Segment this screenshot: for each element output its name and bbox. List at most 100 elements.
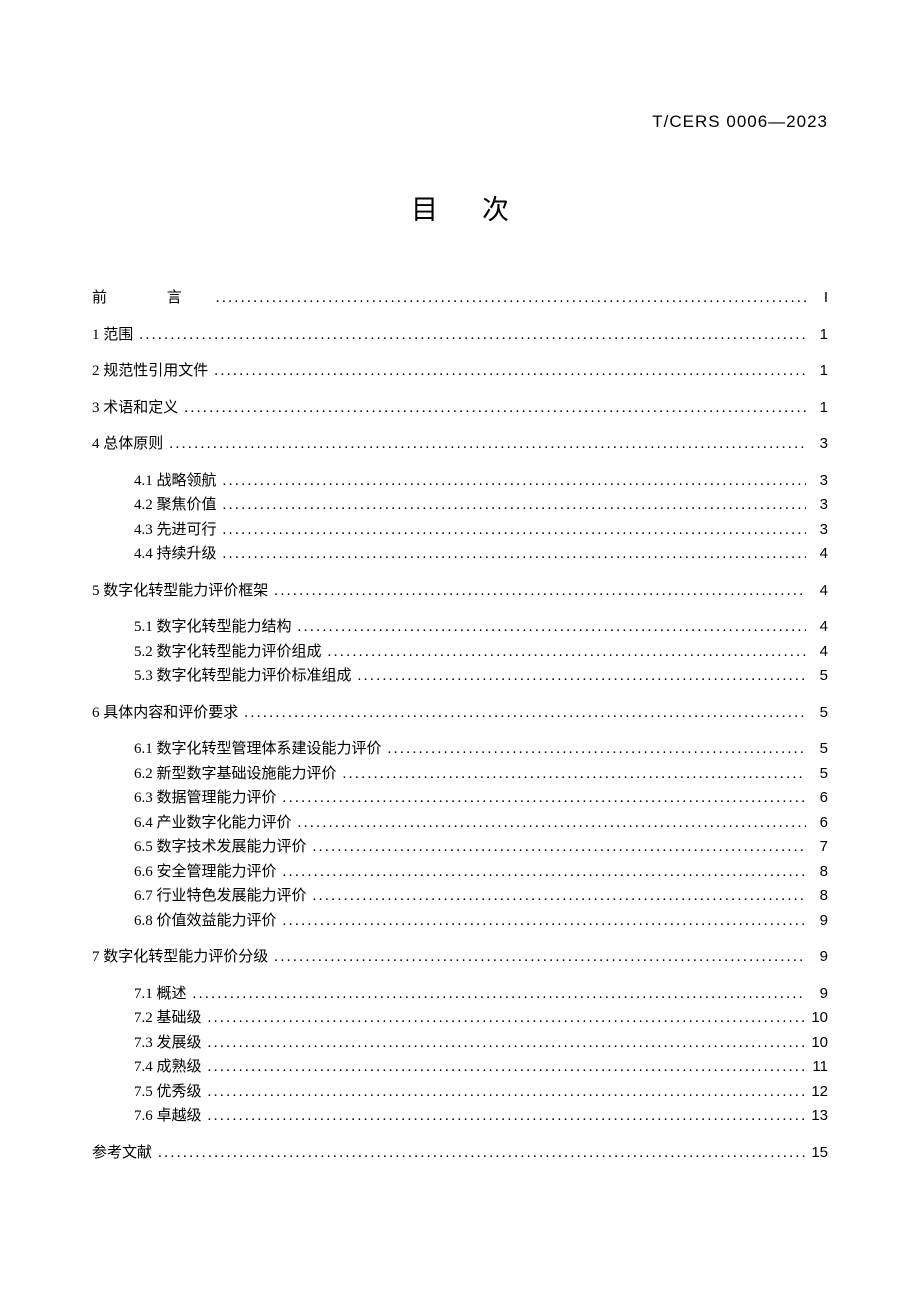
toc-entry-page: 8	[806, 885, 828, 908]
toc-entry-page: 5	[806, 763, 828, 786]
toc-entry-page: 4	[806, 543, 828, 566]
toc-leader-dots	[163, 433, 806, 456]
toc-entry-label: 1 范围	[92, 324, 133, 347]
toc-entry: 参考文献 15	[92, 1142, 828, 1165]
toc-entry-page: 7	[806, 836, 828, 859]
toc-entry-label: 6.5 数字技术发展能力评价	[134, 836, 307, 859]
document-page: T/CERS 0006—2023 目次 前 言I1 范围12 规范性引用文件13…	[0, 0, 920, 1164]
toc-leader-dots	[307, 885, 806, 908]
toc-entry: 7 数字化转型能力评价分级 9	[92, 946, 828, 969]
toc-entry: 7.5 优秀级12	[92, 1081, 828, 1104]
toc-leader-dots	[352, 665, 806, 688]
document-number: T/CERS 0006—2023	[92, 112, 828, 132]
toc-entry: 4.2 聚焦价值 3	[92, 494, 828, 517]
toc-entry-label: 7.1 概述	[134, 983, 187, 1006]
toc-entry-label: 4.3 先进可行	[134, 519, 217, 542]
toc-leader-dots	[152, 1142, 806, 1165]
toc-title: 目次	[367, 195, 553, 225]
toc-entry-page: 9	[806, 983, 828, 1006]
toc-leader-dots	[217, 494, 806, 517]
table-of-contents: 前 言I 1 范围 1 2 规范性引用文件 1 3 术语和定义 1 4 总体原则 3 4.1 战略…	[92, 287, 828, 1164]
toc-entry: 6.2 新型数字基础设施能力评价 5	[92, 763, 828, 786]
toc-entry: 7.1 概述 9	[92, 983, 828, 1006]
toc-entry-label: 3 术语和定义	[92, 397, 178, 420]
toc-entry-label: 4.1 战略领航	[134, 470, 217, 493]
toc-entry: 6.4 产业数字化能力评价6	[92, 812, 828, 835]
toc-entry-page: 15	[806, 1142, 828, 1165]
toc-entry-label: 6.6 安全管理能力评价	[134, 861, 277, 884]
toc-leader-dots	[202, 1032, 806, 1055]
toc-entry-page: 5	[806, 702, 828, 725]
toc-entry-page: 1	[806, 397, 828, 420]
toc-leader-dots	[178, 397, 806, 420]
toc-leader-dots	[217, 470, 806, 493]
toc-entry-label: 6.1 数字化转型管理体系建设能力评价	[134, 738, 382, 761]
toc-entry: 5.3 数字化转型能力评价标准组成 5	[92, 665, 828, 688]
toc-entry-page: 8	[806, 861, 828, 884]
toc-leader-dots	[238, 702, 806, 725]
toc-entry: 5 数字化转型能力评价框架 4	[92, 580, 828, 603]
toc-leader-dots	[187, 983, 806, 1006]
toc-entry-label: 7.2 基础级	[134, 1007, 202, 1030]
toc-entry: 5.1 数字化转型能力结构4	[92, 616, 828, 639]
toc-entry-page: 4	[806, 641, 828, 664]
toc-entry-page: 1	[806, 324, 828, 347]
toc-entry-page: 13	[806, 1105, 828, 1128]
toc-leader-dots	[202, 1007, 806, 1030]
toc-leader-dots	[277, 861, 806, 884]
toc-entry-page: 5	[806, 665, 828, 688]
toc-leader-dots	[133, 324, 806, 347]
toc-entry: 7.4 成熟级11	[92, 1056, 828, 1079]
toc-entry-label: 6.3 数据管理能力评价	[134, 787, 277, 810]
toc-entry-label: 4 总体原则	[92, 433, 163, 456]
toc-entry-label: 6.7 行业特色发展能力评价	[134, 885, 307, 908]
toc-leader-dots	[202, 1056, 806, 1079]
toc-entry-label: 6.2 新型数字基础设施能力评价	[134, 763, 337, 786]
toc-leader-dots	[268, 946, 806, 969]
toc-entry-page: 3	[806, 519, 828, 542]
toc-title-row: 目次	[92, 188, 828, 227]
toc-leader-dots	[277, 910, 806, 933]
toc-entry-page: 10	[806, 1032, 828, 1055]
toc-entry-page: 3	[806, 470, 828, 493]
toc-entry-label: 4.4 持续升级	[134, 543, 217, 566]
toc-entry: 前 言I	[92, 287, 828, 310]
toc-entry-label: 5.3 数字化转型能力评价标准组成	[134, 665, 352, 688]
toc-leader-dots	[217, 543, 806, 566]
toc-entry: 7.6 卓越级13	[92, 1105, 828, 1128]
toc-entry-page: 9	[806, 910, 828, 933]
toc-leader-dots	[268, 580, 806, 603]
toc-entry-label: 7.4 成熟级	[134, 1056, 202, 1079]
toc-leader-dots	[210, 287, 806, 310]
toc-leader-dots	[292, 616, 806, 639]
toc-entry: 3 术语和定义 1	[92, 397, 828, 420]
toc-entry: 6.7 行业特色发展能力评价 8	[92, 885, 828, 908]
toc-entry: 4.3 先进可行 3	[92, 519, 828, 542]
toc-entry: 7.3 发展级 10	[92, 1032, 828, 1055]
toc-entry-page: 5	[806, 738, 828, 761]
toc-entry-label: 4.2 聚焦价值	[134, 494, 217, 517]
toc-leader-dots	[382, 738, 806, 761]
toc-entry: 1 范围 1	[92, 324, 828, 347]
toc-entry: 7.2 基础级10	[92, 1007, 828, 1030]
toc-entry: 4.4 持续升级 4	[92, 543, 828, 566]
toc-entry-page: I	[806, 287, 828, 310]
toc-entry-label: 参考文献	[92, 1142, 152, 1165]
toc-entry: 6.3 数据管理能力评价 6	[92, 787, 828, 810]
toc-entry-label: 6 具体内容和评价要求	[92, 702, 238, 725]
toc-entry-page: 3	[806, 494, 828, 517]
toc-entry: 4 总体原则 3	[92, 433, 828, 456]
toc-entry-page: 9	[806, 946, 828, 969]
toc-entry-label: 7.3 发展级	[134, 1032, 202, 1055]
toc-leader-dots	[322, 641, 806, 664]
toc-entry-label: 7 数字化转型能力评价分级	[92, 946, 268, 969]
toc-entry-label: 2 规范性引用文件	[92, 360, 208, 383]
toc-entry-page: 4	[806, 580, 828, 603]
toc-entry-page: 1	[806, 360, 828, 383]
toc-entry-page: 3	[806, 433, 828, 456]
toc-entry: 6.8 价值效益能力评价9	[92, 910, 828, 933]
toc-entry-page: 6	[806, 812, 828, 835]
toc-entry-label: 5 数字化转型能力评价框架	[92, 580, 268, 603]
toc-entry-label: 5.1 数字化转型能力结构	[134, 616, 292, 639]
toc-entry-page: 6	[806, 787, 828, 810]
